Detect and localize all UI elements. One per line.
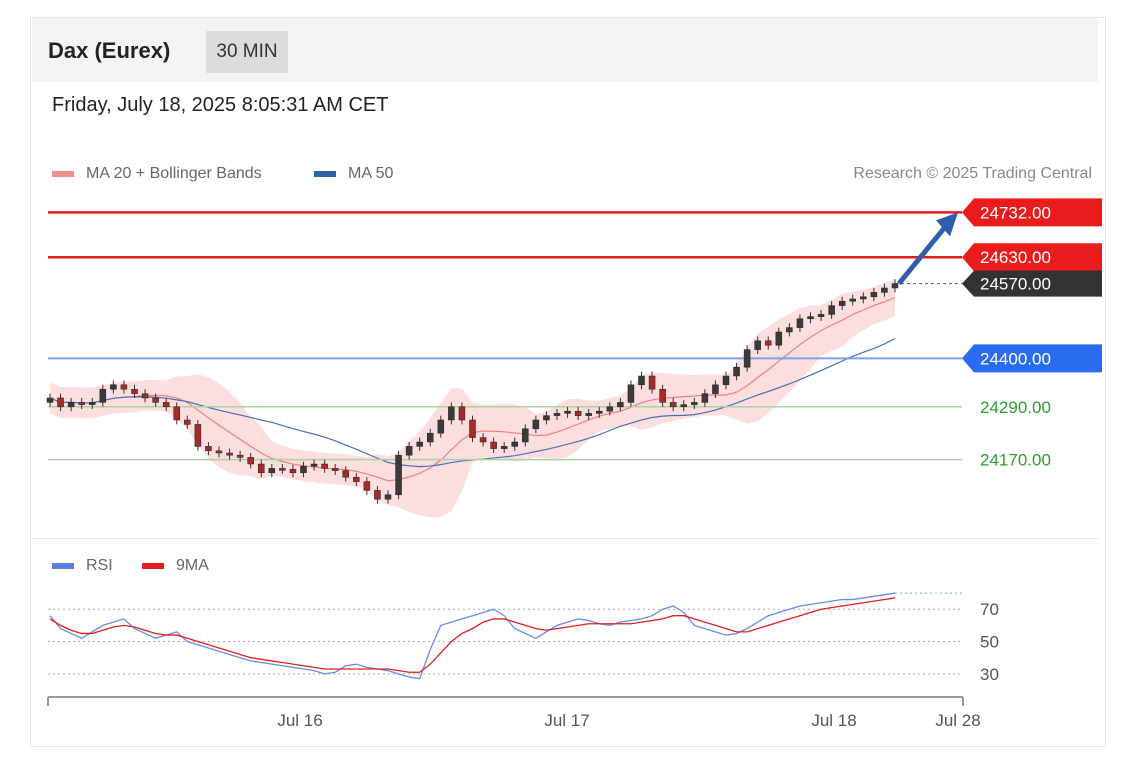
x-tick-label-1: Jul 17 xyxy=(544,711,589,730)
candle-body xyxy=(838,300,846,306)
candle-body xyxy=(448,406,455,421)
level-label-4: 24290.00 xyxy=(980,398,1051,417)
candle-body xyxy=(617,402,624,408)
candle-body xyxy=(236,454,244,458)
level-label-5: 24170.00 xyxy=(980,451,1051,470)
candle-body xyxy=(258,463,265,474)
candle-body xyxy=(268,468,276,474)
candle-body xyxy=(479,437,487,443)
candle-body xyxy=(458,406,466,421)
candle-body xyxy=(194,424,202,447)
level-label-2: 24570.00 xyxy=(980,275,1051,294)
candle-body xyxy=(289,469,297,474)
candle-body xyxy=(807,316,814,320)
candle-body xyxy=(532,419,540,430)
candle-body xyxy=(162,402,170,408)
candle-body xyxy=(226,452,233,456)
candle-body xyxy=(437,419,445,434)
level-label-3: 24400.00 xyxy=(980,349,1051,368)
candle-body xyxy=(374,490,381,500)
x-tick-label-0: Jul 16 xyxy=(277,711,322,730)
candle-body xyxy=(691,402,698,405)
candle-body xyxy=(849,298,856,302)
candle-body xyxy=(543,415,550,421)
level-label-1: 24630.00 xyxy=(980,248,1051,267)
candle-body xyxy=(353,476,360,482)
candle-body xyxy=(110,384,117,390)
candle-body xyxy=(405,446,413,456)
candle-body xyxy=(384,494,392,500)
candle-body xyxy=(279,468,286,471)
candle-body xyxy=(722,375,730,386)
x-tick-label-2: Jul 18 xyxy=(811,711,856,730)
candle-body xyxy=(363,481,371,491)
candle-body xyxy=(427,432,434,443)
candle-body xyxy=(775,331,783,346)
candle-body xyxy=(89,402,96,405)
candle-body xyxy=(395,454,402,496)
candle-body xyxy=(215,450,223,454)
candle-body xyxy=(564,410,571,414)
candle-body xyxy=(669,402,677,408)
candle-body xyxy=(638,375,645,386)
candle-body xyxy=(754,340,761,350)
candle-body xyxy=(860,296,867,300)
candle-body xyxy=(817,314,825,317)
x-tick-label-3: Jul 28 xyxy=(935,711,980,730)
candle-body xyxy=(300,465,307,474)
candle-body xyxy=(78,402,85,405)
candle-body xyxy=(765,340,772,346)
candle-body xyxy=(701,393,709,403)
candle-body xyxy=(627,384,635,403)
candle-body xyxy=(648,375,656,390)
candle-body xyxy=(553,413,561,416)
candle-body xyxy=(891,283,899,289)
candle-body xyxy=(247,457,254,465)
candle-body xyxy=(511,441,518,447)
candle-body xyxy=(131,388,138,394)
candle-body xyxy=(828,305,835,315)
candle-body xyxy=(173,406,180,421)
level-label-0: 24732.00 xyxy=(980,203,1051,222)
candle-body xyxy=(574,410,582,416)
candle-body xyxy=(712,384,719,394)
candle-body xyxy=(416,441,423,447)
candle-body xyxy=(881,287,888,293)
candle-body xyxy=(67,402,75,408)
candle-body xyxy=(469,419,476,438)
rsi-line xyxy=(49,592,896,680)
candle-body xyxy=(205,446,212,452)
rsi-tick-30: 30 xyxy=(980,665,999,684)
candle-body xyxy=(786,327,793,333)
candle-body xyxy=(57,397,64,408)
candle-body xyxy=(120,384,128,390)
candle-body xyxy=(490,441,497,449)
candle-body xyxy=(99,388,107,403)
candle-body xyxy=(659,388,666,403)
candle-body xyxy=(870,292,878,298)
price-chart-svg: 24732.00 24630.00 24570.00 24400.00 24290.00… xyxy=(46,198,1102,730)
candle-body xyxy=(310,463,318,467)
candle-body xyxy=(331,468,339,471)
candle-body xyxy=(596,410,603,414)
candle-body xyxy=(184,419,191,425)
candle-body xyxy=(585,413,592,416)
candle-body xyxy=(522,428,529,443)
candle-body xyxy=(342,470,349,478)
candle-body xyxy=(743,349,751,368)
candle-body xyxy=(796,318,804,328)
candle-body xyxy=(733,366,740,377)
candle-body xyxy=(141,393,149,399)
candle-body xyxy=(680,404,687,408)
rsi-tick-50: 50 xyxy=(980,633,999,652)
candle-body xyxy=(606,406,614,412)
candle-body xyxy=(152,397,159,403)
rsi-tick-70: 70 xyxy=(980,600,999,619)
candle-body xyxy=(46,397,54,403)
candle-body xyxy=(321,463,328,469)
candle-body xyxy=(500,446,508,449)
